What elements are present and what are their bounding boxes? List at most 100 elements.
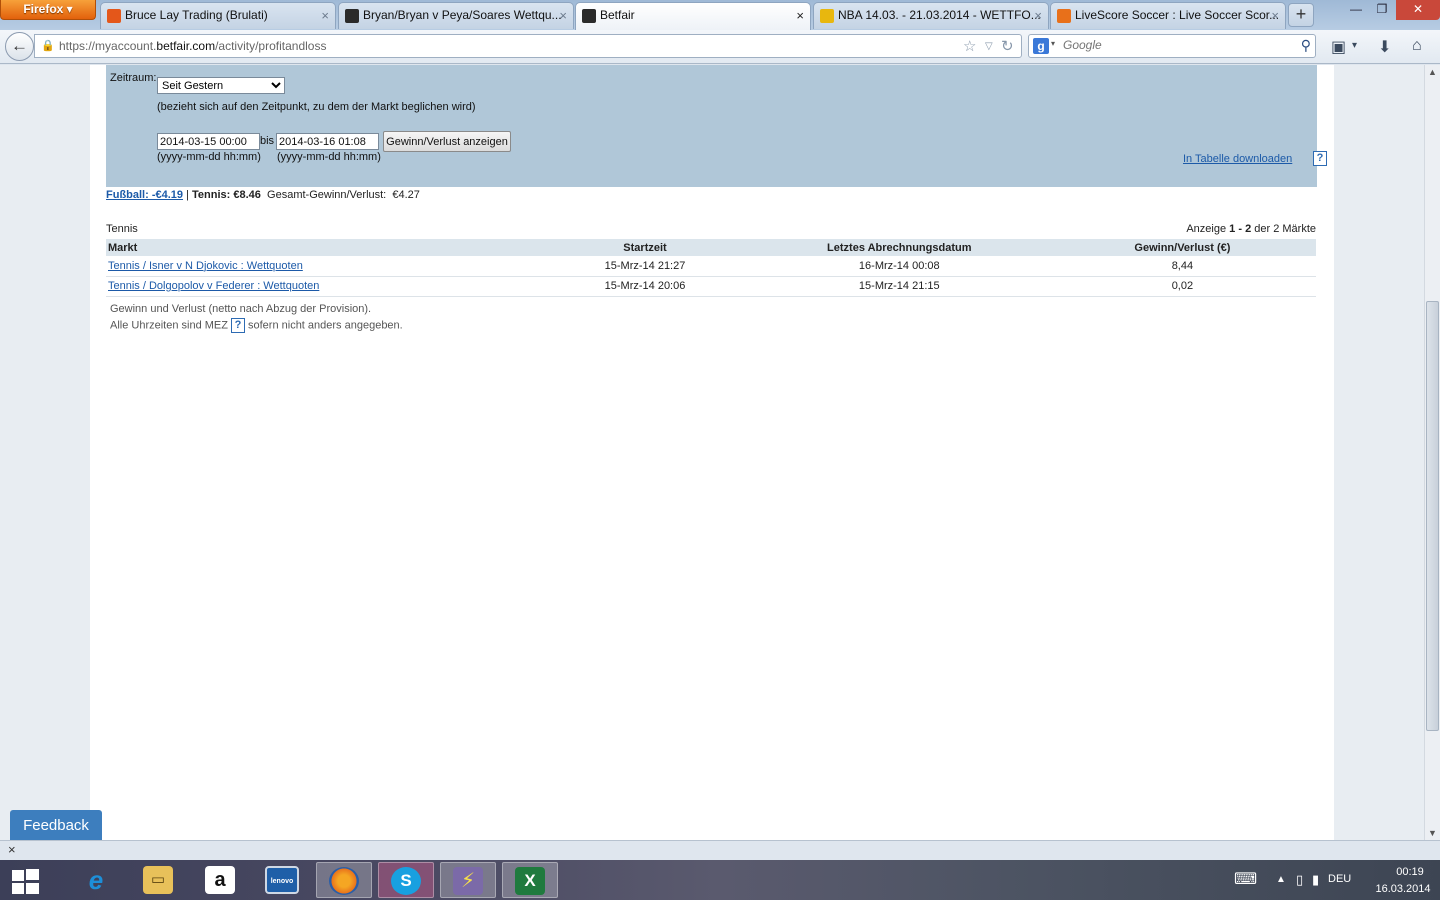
download-table-link[interactable]: In Tabelle downloaden [1183, 153, 1292, 165]
taskbar-amazon[interactable]: a [192, 862, 248, 898]
to-date-input[interactable] [276, 133, 379, 150]
tab-label: Betfair [600, 8, 635, 22]
zeitraum-label: Zeitraum: [110, 72, 157, 84]
section-title: Tennis [106, 223, 138, 235]
livescore-favicon-icon [1057, 9, 1071, 23]
bookmarks-menu-icon[interactable]: ▣ [1331, 37, 1346, 57]
summary-separator: | [186, 189, 189, 201]
vertical-scrollbar[interactable]: ▲ ▼ [1424, 65, 1440, 840]
taskbar-skype[interactable]: S [378, 862, 434, 898]
scroll-up-arrow-icon[interactable]: ▲ [1428, 67, 1437, 77]
history-dropdown-icon[interactable]: ▽ [985, 41, 993, 52]
system-tray: ⌨ ▲ ▯ ▮ DEU 00:19 16.03.2014 [1220, 860, 1440, 900]
col-startzeit: Startzeit [540, 239, 750, 256]
scroll-down-arrow-icon[interactable]: ▼ [1428, 828, 1437, 838]
col-markt: Markt [106, 239, 541, 256]
to-format-hint: (yyyy-mm-dd hh:mm) [277, 151, 381, 163]
tab-close-icon[interactable]: × [559, 3, 567, 28]
addon-bar: × [0, 840, 1440, 860]
market-link[interactable]: Tennis / Isner v N Djokovic : Wettquoten [108, 260, 303, 272]
clock-time[interactable]: 00:19 [1380, 866, 1440, 878]
taskbar-firefox[interactable]: ◉ [316, 862, 372, 898]
close-window-button[interactable]: ✕ [1396, 0, 1440, 20]
tab-bruce-lay-trading[interactable]: Bruce Lay Trading (Brulati) × [100, 2, 336, 29]
download-help-icon[interactable]: ? [1313, 151, 1327, 166]
market-cell: Tennis / Dolgopolov v Federer : Wettquot… [106, 276, 541, 297]
betfair-page: Zeitraum: Seit Gestern (bezieht sich auf… [90, 65, 1334, 840]
search-go-icon[interactable]: ⚲ [1301, 37, 1311, 54]
search-bar[interactable]: g ▾ ⚲ [1028, 34, 1316, 58]
lenovo-icon: lenovo [265, 866, 299, 894]
tab-livescore[interactable]: LiveScore Soccer : Live Soccer Scor... × [1050, 2, 1286, 29]
new-tab-button[interactable]: + [1288, 3, 1314, 27]
power-icon[interactable]: ▯ [1296, 872, 1303, 888]
close-addon-bar-icon[interactable]: × [8, 842, 16, 857]
taskbar-internet-explorer[interactable]: e [68, 862, 124, 898]
tab-label: Bryan/Bryan v Peya/Soares Wettqu... [363, 8, 562, 22]
count-dash: - [1238, 223, 1242, 235]
clock-date[interactable]: 16.03.2014 [1368, 883, 1438, 895]
firefox-menu-button[interactable]: Firefox ▾ [0, 0, 96, 20]
count-prefix: Anzeige [1186, 223, 1227, 235]
reload-icon[interactable]: ↻ [1001, 37, 1014, 55]
google-engine-icon[interactable]: g [1033, 38, 1049, 54]
lightning-icon: ⚡ [453, 867, 483, 895]
tab-close-icon[interactable]: × [321, 3, 329, 28]
footnote-timezone-suffix: sofern nicht anders angegeben. [248, 319, 403, 332]
windows-logo-pane [26, 883, 39, 894]
scroll-thumb[interactable] [1426, 301, 1439, 731]
home-icon[interactable]: ⌂ [1412, 37, 1422, 55]
from-date-input[interactable] [157, 133, 260, 150]
pl-cell: 8,44 [1048, 256, 1316, 277]
tab-label: Bruce Lay Trading (Brulati) [125, 8, 268, 22]
tab-close-icon[interactable]: × [1034, 3, 1042, 28]
engine-dropdown-icon[interactable]: ▾ [1051, 39, 1055, 48]
tab-betfair[interactable]: Betfair × [575, 2, 811, 30]
betfair-favicon-icon [582, 9, 596, 23]
timezone-help-icon[interactable]: ? [231, 318, 245, 333]
football-filter-link[interactable]: Fußball: -€4.19 [106, 189, 183, 201]
tab-close-icon[interactable]: × [796, 3, 804, 28]
show-hidden-icons-icon[interactable]: ▲ [1276, 874, 1286, 885]
back-button[interactable]: ← [5, 32, 34, 61]
tab-nba-wettforum[interactable]: NBA 14.03. - 21.03.2014 - WETTFO... × [813, 2, 1049, 29]
footnote-commission: Gewinn und Verlust (netto nach Abzug der… [110, 303, 372, 315]
url-path: /activity/profitandloss [215, 39, 327, 53]
tab-bryan-wettquoten[interactable]: Bryan/Bryan v Peya/Soares Wettqu... × [338, 2, 574, 29]
search-input[interactable] [1063, 38, 1293, 52]
navigation-bar: 🔒 https://myaccount.betfair.com/activity… [0, 30, 1440, 64]
settled-cell: 16-Mrz-14 00:08 [749, 256, 1049, 277]
language-indicator[interactable]: DEU [1328, 873, 1351, 885]
maximize-button[interactable]: ❐ [1369, 0, 1395, 20]
tab-close-icon[interactable]: × [1271, 3, 1279, 28]
minimize-button[interactable]: — [1343, 0, 1369, 20]
url-bar[interactable]: 🔒 https://myaccount.betfair.com/activity… [34, 34, 1022, 58]
taskbar-power-tool[interactable]: ⚡ [440, 862, 496, 898]
col-abrechnungsdatum: Letztes Abrechnungsdatum [749, 239, 1049, 256]
windows-logo-pane [26, 869, 39, 880]
bookmarks-dropdown-icon[interactable]: ▾ [1352, 40, 1357, 51]
market-link[interactable]: Tennis / Dolgopolov v Federer : Wettquot… [108, 280, 319, 292]
feedback-button[interactable]: Feedback [10, 810, 102, 840]
zeitraum-select[interactable]: Seit Gestern [157, 77, 285, 94]
taskbar-lenovo[interactable]: lenovo [254, 862, 310, 898]
market-count: Anzeige 1 - 2 der 2 Märkte [1186, 223, 1316, 235]
start-cell: 15-Mrz-14 20:06 [540, 276, 750, 297]
footnote-timezone: Alle Uhrzeiten sind MEZ? sofern nicht and… [110, 318, 403, 333]
table-row: Tennis / Dolgopolov v Federer : Wettquot… [106, 276, 1316, 297]
keyboard-icon[interactable]: ⌨ [1234, 869, 1257, 889]
downloads-icon[interactable]: ⬇ [1378, 37, 1391, 57]
start-cell: 15-Mrz-14 21:27 [540, 256, 750, 277]
network-icon[interactable]: ▮ [1312, 872, 1319, 888]
from-format-hint: (yyyy-mm-dd hh:mm) [157, 151, 261, 163]
taskbar-file-explorer[interactable]: ▭ [130, 862, 186, 898]
bookmark-star-icon[interactable]: ☆ [963, 37, 976, 55]
count-from: 1 [1229, 223, 1236, 235]
show-profit-loss-button[interactable]: Gewinn/Verlust anzeigen [383, 131, 511, 152]
lock-icon[interactable]: 🔒 [41, 39, 55, 52]
wettforum-favicon-icon [820, 9, 834, 23]
firefox-menu-label: Firefox [23, 2, 64, 16]
start-button[interactable] [8, 866, 42, 896]
url-text[interactable]: https://myaccount.betfair.com/activity/p… [59, 39, 326, 53]
taskbar-excel[interactable]: X [502, 862, 558, 898]
